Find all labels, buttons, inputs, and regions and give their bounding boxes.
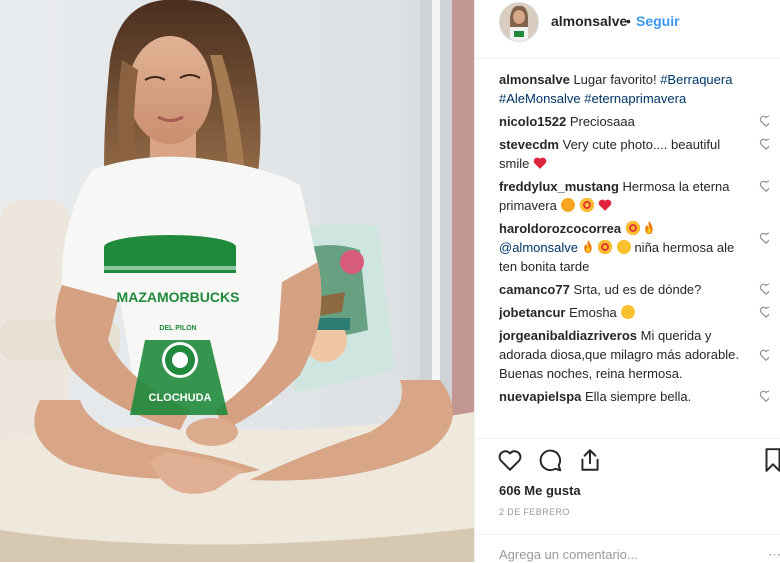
like-heart-icon[interactable]: [497, 447, 523, 473]
comment-item: freddylux_mustang Hermosa la eterna prim…: [499, 177, 769, 215]
star-struck-emoji-icon: [580, 198, 595, 212]
fire-emoji-icon: [645, 221, 653, 235]
comment-text: Ella siempre bella.: [585, 389, 692, 404]
comment-text: Preciosaaa: [569, 114, 635, 129]
add-comment-bar: Agrega un comentario... ⋯: [475, 534, 780, 563]
comment-text: Emosha: [569, 305, 617, 320]
share-upload-icon[interactable]: [577, 447, 603, 473]
like-comment-heart-icon[interactable]: [759, 114, 769, 128]
like-comment-heart-icon[interactable]: [759, 389, 769, 403]
caption-text: Lugar favorito!: [573, 72, 657, 87]
comment-username[interactable]: freddylux_mustang: [499, 179, 619, 194]
like-comment-heart-icon[interactable]: [759, 282, 769, 296]
post-header: almonsalve • Seguir: [475, 0, 780, 59]
shirt-sub-text: DEL PILON: [159, 325, 196, 332]
like-comment-heart-icon[interactable]: [759, 348, 769, 362]
save-bookmark-icon[interactable]: [765, 447, 780, 473]
comment-item: camanco77 Srta, ud es de dónde?: [499, 280, 769, 299]
mention-link[interactable]: @almonsalve: [499, 240, 578, 255]
photo-illustration: MAZAMORBUCKS DEL PILON CLOCHUDA: [0, 0, 474, 562]
like-comment-heart-icon[interactable]: [759, 231, 769, 245]
shirt-brand-text: MAZAMORBUCKS: [117, 289, 240, 305]
comment-username[interactable]: jorgeanibaldiazriveros: [499, 328, 637, 343]
comment-username[interactable]: haroldorozcocorrea: [499, 221, 621, 236]
heart-eyes-cat-emoji-icon: [561, 198, 576, 212]
like-comment-heart-icon[interactable]: [759, 305, 769, 319]
red-heart-emoji-icon: [533, 157, 547, 169]
post-photo[interactable]: MAZAMORBUCKS DEL PILON CLOCHUDA: [0, 0, 474, 562]
comment-item: jobetancur Emosha: [499, 303, 769, 322]
caption: almonsalve Lugar favorito! #Berraquera #…: [499, 70, 769, 108]
post-actions: 606 Me gusta 2 DE FEBRERO: [475, 438, 780, 543]
comment-text: Srta, ud es de dónde?: [573, 282, 702, 297]
hashtag-link[interactable]: #eternaprimavera: [584, 91, 686, 106]
hashtag-link[interactable]: #AleMonsalve: [499, 91, 581, 106]
comment-item: nuevapielspa Ella siempre bella.: [499, 387, 769, 406]
more-options-icon[interactable]: ⋯: [768, 547, 780, 563]
comment-item: haroldorozcocorrea @almonsalve niña herm…: [499, 219, 769, 276]
hashtag-link[interactable]: #Berraquera: [660, 72, 732, 87]
star-struck-emoji-icon: [598, 240, 613, 254]
comment-bubble-icon[interactable]: [537, 447, 563, 473]
star-struck-emoji-icon: [625, 221, 640, 235]
add-comment-input[interactable]: Agrega un comentario...: [499, 547, 638, 562]
shirt-bottom-text: CLOCHUDA: [149, 392, 212, 404]
header-username[interactable]: almonsalve: [551, 13, 627, 29]
likes-count[interactable]: 606 Me gusta: [499, 483, 581, 498]
kiss-face-emoji-icon: [621, 305, 636, 319]
caption-username[interactable]: almonsalve: [499, 72, 570, 87]
comment-username[interactable]: camanco77: [499, 282, 570, 297]
comment-username[interactable]: jobetancur: [499, 305, 565, 320]
header-separator: •: [626, 13, 631, 29]
comment-username[interactable]: stevecdm: [499, 137, 559, 152]
comment-item: nicolo1522 Preciosaaa: [499, 112, 769, 131]
comment-username[interactable]: nicolo1522: [499, 114, 566, 129]
fire-emoji-icon: [583, 240, 592, 254]
kiss-face-emoji-icon: [616, 240, 631, 254]
comment-item: jorgeanibaldiazriveros Mi querida y ador…: [499, 326, 769, 383]
avatar[interactable]: [499, 2, 539, 42]
comments-list[interactable]: almonsalve Lugar favorito! #Berraquera #…: [499, 70, 769, 438]
post-date[interactable]: 2 DE FEBRERO: [499, 507, 570, 517]
like-comment-heart-icon[interactable]: [759, 137, 769, 151]
follow-button[interactable]: Seguir: [636, 13, 680, 29]
post-side-panel: almonsalve • Seguir almonsalve Lugar fav…: [474, 0, 780, 562]
avatar-image: [500, 3, 538, 41]
red-heart-emoji-icon: [598, 199, 611, 211]
comment-username[interactable]: nuevapielspa: [499, 389, 581, 404]
like-comment-heart-icon[interactable]: [759, 179, 769, 193]
comment-item: stevecdm Very cute photo.... beautiful s…: [499, 135, 769, 173]
